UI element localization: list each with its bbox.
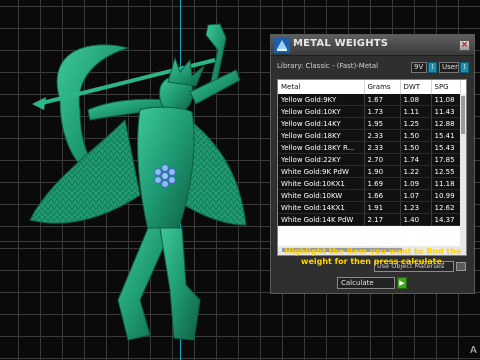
corner-letter: A	[470, 345, 477, 356]
spg-cell: 14.37	[431, 213, 461, 226]
grams-cell: 1.91	[364, 201, 401, 214]
metal-cell: Yellow Gold:10KY	[278, 105, 365, 118]
column-header-metal[interactable]: Metal	[278, 80, 365, 94]
metal-cell: Yellow Gold:22KY	[278, 153, 365, 166]
grams-cell: 1.90	[364, 165, 401, 178]
spg-cell: 17.85	[431, 153, 461, 166]
library-label: Library: Classic - (Fast)-Metal	[277, 62, 379, 70]
metal-weights-icon	[274, 37, 290, 53]
grams-cell: 2.17	[364, 213, 401, 226]
unit-value-box[interactable]: 9V	[411, 62, 427, 73]
table-row[interactable]: Yellow Gold:10KY 1.73 1.11 11.43	[278, 105, 461, 118]
metal-weights-panel: METAL WEIGHTS × Library: Classic - (Fast…	[270, 34, 475, 294]
spg-cell: 15.41	[431, 129, 461, 142]
spg-cell: 15.43	[431, 141, 461, 154]
table-row[interactable]: Yellow Gold:18KY R... 2.33 1.50 15.43	[278, 141, 461, 154]
table-row[interactable]: Yellow Gold:9KY 1.67 1.08 11.08	[278, 94, 461, 106]
table-row[interactable]: White Gold:9K PdW 1.90 1.22 12.55	[278, 165, 461, 178]
dwt-cell: 1.25	[400, 117, 432, 130]
vertical-scroll-thumb[interactable]	[461, 96, 465, 134]
grams-cell: 2.70	[364, 153, 401, 166]
spg-cell: 12.62	[431, 201, 461, 214]
metal-cell: White Gold:10KX1	[278, 177, 365, 190]
calculate-field[interactable]: Calculate	[337, 277, 395, 289]
table-row[interactable]: White Gold:14K PdW 2.17 1.40 14.37	[278, 213, 461, 226]
table-row[interactable]: Yellow Gold:22KY 2.70 1.74 17.85	[278, 153, 461, 166]
column-header-dwt[interactable]: DWT	[400, 80, 432, 94]
dwt-cell: 1.23	[400, 201, 432, 214]
dwt-cell: 1.07	[400, 189, 432, 202]
metal-table[interactable]: Metal Grams DWT SPG Yellow Gold:9KY 1.67 1…	[277, 79, 467, 256]
table-header-row: Metal Grams DWT SPG	[278, 80, 461, 94]
grams-cell: 1.95	[364, 117, 401, 130]
unit-user-box[interactable]: User	[439, 62, 459, 73]
table-row[interactable]: Yellow Gold:14KY 1.95 1.25 12.88	[278, 117, 461, 130]
close-button[interactable]: ×	[459, 40, 470, 51]
panel-title: METAL WEIGHTS	[293, 38, 389, 49]
spg-cell: 11.08	[431, 94, 461, 106]
wing-left	[29, 118, 141, 224]
unit-value-spinner[interactable]: ⁞	[428, 62, 437, 73]
column-header-spg[interactable]: SPG	[431, 80, 461, 94]
spg-cell: 12.55	[431, 165, 461, 178]
metal-cell: White Gold:10KW	[278, 189, 365, 202]
grams-cell: 2.33	[364, 141, 401, 154]
metal-cell: Yellow Gold:9KY	[278, 94, 365, 106]
spg-cell: 10.99	[431, 189, 461, 202]
grams-cell: 1.69	[364, 177, 401, 190]
dwt-cell: 1.50	[400, 141, 432, 154]
metal-cell: Yellow Gold:14KY	[278, 117, 365, 130]
dwt-cell: 1.22	[400, 165, 432, 178]
dwt-cell: 1.08	[400, 94, 432, 106]
grams-cell: 1.67	[364, 94, 401, 106]
table-vertical-scrollbar[interactable]	[460, 94, 466, 255]
metal-cell: White Gold:14K PdW	[278, 213, 365, 226]
dwt-cell: 1.50	[400, 129, 432, 142]
spg-cell: 11.18	[431, 177, 461, 190]
grams-cell: 2.33	[364, 129, 401, 142]
dwt-cell: 1.40	[400, 213, 432, 226]
metal-cell: Yellow Gold:18KY	[278, 129, 365, 142]
unit-user-spinner[interactable]: ⁞	[460, 62, 469, 73]
grams-cell: 1.66	[364, 189, 401, 202]
leg-right	[159, 227, 201, 341]
dwt-cell: 1.74	[400, 153, 432, 166]
dwt-cell: 1.11	[400, 105, 432, 118]
panel-titlebar[interactable]: METAL WEIGHTS ×	[271, 35, 474, 56]
table-row[interactable]: White Gold:10KX1 1.69 1.09 11.18	[278, 177, 461, 190]
spg-cell: 12.88	[431, 117, 461, 130]
dwt-cell: 1.09	[400, 177, 432, 190]
column-header-grams[interactable]: Grams	[364, 80, 401, 94]
table-row[interactable]: Yellow Gold:18KY 2.33 1.50 15.41	[278, 129, 461, 142]
calculate-button[interactable]: ▶	[397, 277, 407, 289]
grams-cell: 1.73	[364, 105, 401, 118]
spg-cell: 11.43	[431, 105, 461, 118]
instructions-text: Highlight the item you want to find the …	[284, 247, 462, 266]
table-row[interactable]: White Gold:14KX1 1.91 1.23 12.62	[278, 201, 461, 214]
metal-cell: Yellow Gold:18KY R...	[278, 141, 365, 154]
table-row[interactable]: White Gold:10KW 1.66 1.07 10.99	[278, 189, 461, 202]
metal-cell: White Gold:9K PdW	[278, 165, 365, 178]
metal-cell: White Gold:14KX1	[278, 201, 365, 214]
